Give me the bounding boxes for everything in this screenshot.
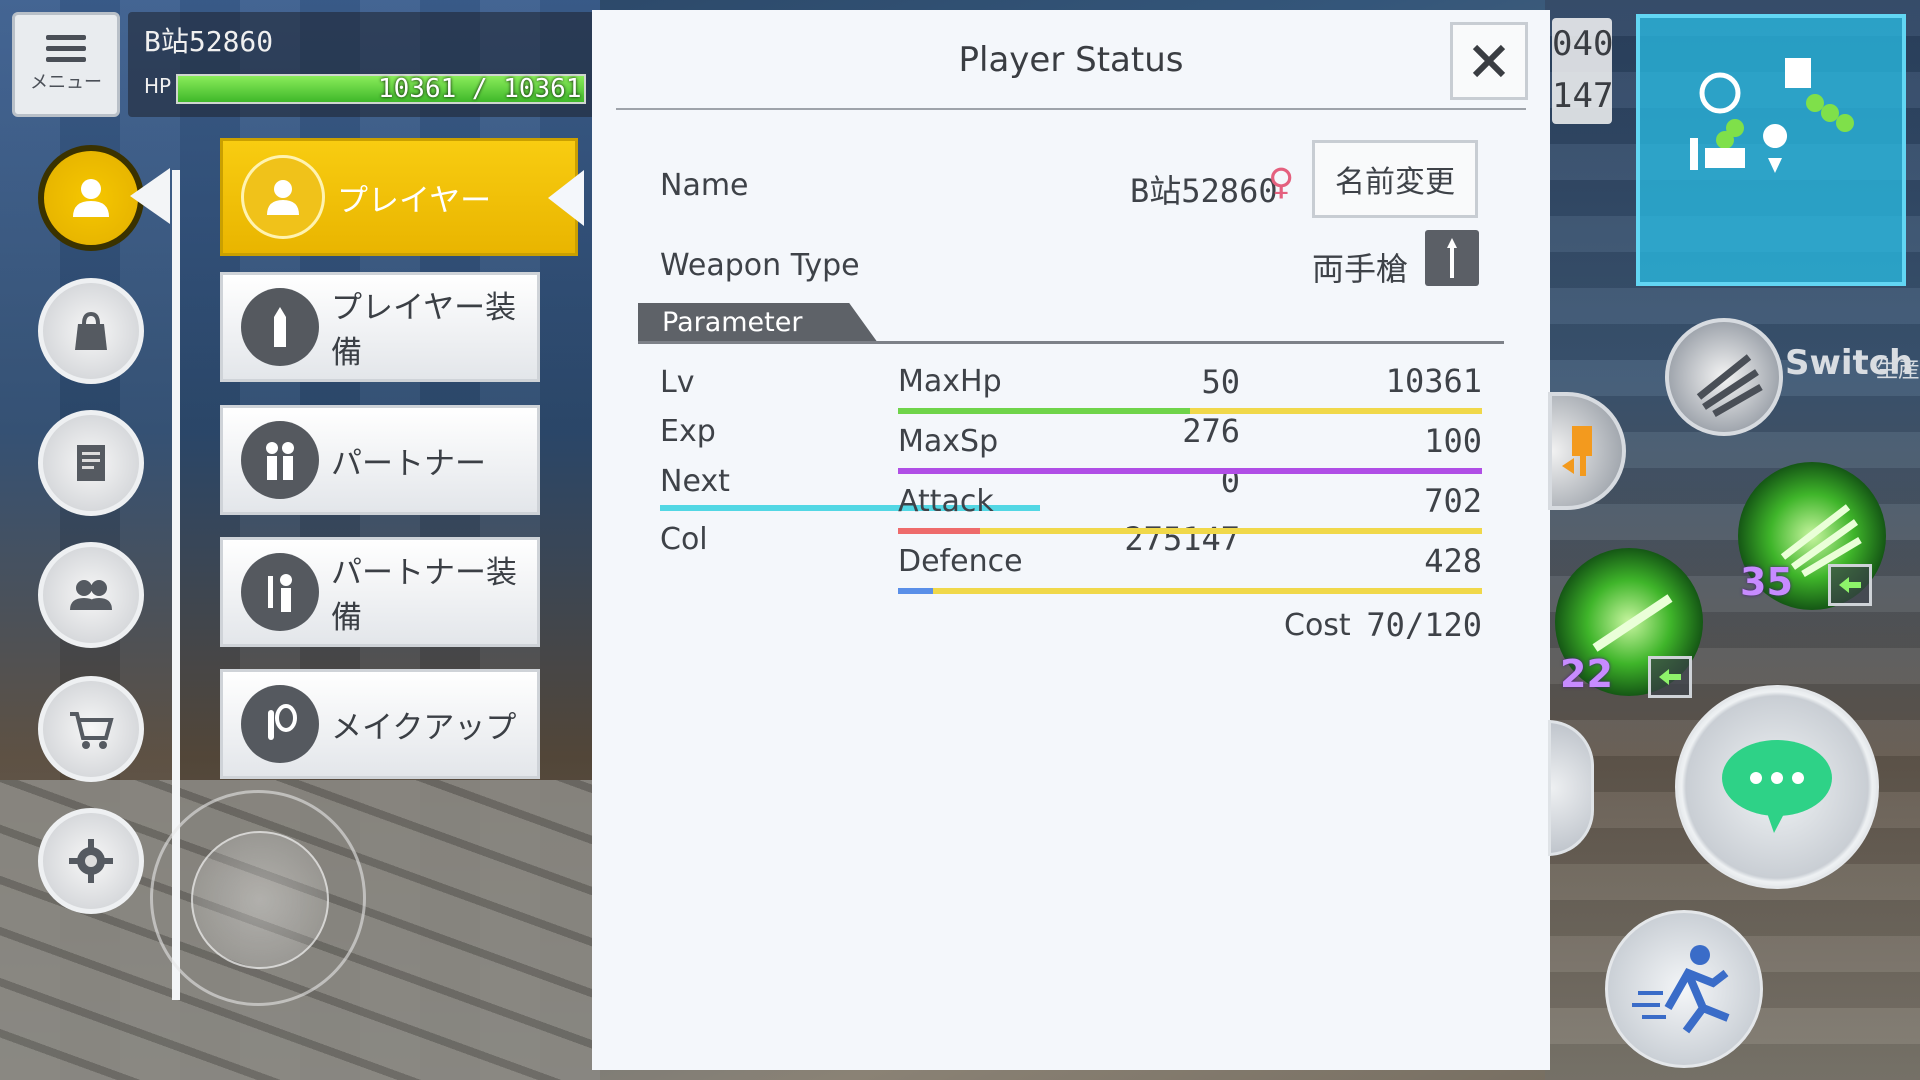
spear-icon: [1425, 230, 1479, 286]
switch-skill-button[interactable]: [1665, 318, 1783, 436]
chat-bubble-icon: [1722, 740, 1832, 833]
chat-button[interactable]: [1675, 685, 1879, 889]
submenu-partner-label: パートナー: [331, 445, 486, 482]
next-label: Next: [660, 464, 730, 499]
claw-slash-icon: [1696, 354, 1763, 418]
close-icon: [1472, 44, 1506, 78]
param-bar-fill-attack: [898, 528, 980, 534]
title-divider: [616, 108, 1526, 110]
submenu-partner-equipment-label: パートナー装備: [331, 555, 517, 636]
parameter-divider: [638, 341, 1504, 344]
player-name: B站52860: [144, 25, 274, 58]
cost-value: 70/120: [1366, 606, 1482, 644]
bag-icon: [75, 311, 107, 350]
sidebar-party-button[interactable]: [38, 542, 144, 648]
name-label: Name: [660, 168, 749, 203]
submenu-player-equipment-label: プレイヤー装備: [331, 290, 517, 371]
hp-label: HP: [144, 74, 172, 98]
param-bar-fill-maxhp: [898, 408, 1190, 414]
panel-notch: [548, 170, 584, 226]
skill-2-count: 22: [1560, 652, 1613, 696]
param-label-maxhp: MaxHp: [898, 364, 1002, 399]
param-label-attack: Attack: [898, 484, 994, 519]
exp-value: 276: [1182, 412, 1240, 450]
minimap[interactable]: [1636, 14, 1906, 286]
makeup-icon: [241, 685, 319, 763]
submenu-makeup[interactable]: メイクアップ: [220, 669, 540, 779]
shop-icon: [70, 712, 114, 749]
clock-display: 040 147: [1552, 18, 1614, 124]
sidebar-bag-button[interactable]: [38, 278, 144, 384]
menu-label: メニュー: [30, 72, 102, 93]
sidebar-pointer: [130, 168, 170, 224]
param-bar-fill-defence: [898, 588, 934, 594]
clock-line-1: 040: [1552, 24, 1614, 64]
col-label: Col: [660, 522, 708, 557]
clock-line-2: 147: [1552, 76, 1614, 116]
party-icon: [70, 580, 112, 610]
production-label: 生産: [1876, 358, 1920, 383]
param-bar-fill-maxsp: [898, 468, 1482, 474]
exp-label: Exp: [660, 414, 716, 449]
param-label-defence: Defence: [898, 544, 1023, 579]
parameter-tab: Parameter: [638, 303, 878, 343]
equipment-icon: [241, 288, 319, 366]
lv-value: 50: [1201, 363, 1240, 401]
sidebar-shop-button[interactable]: [38, 676, 144, 782]
weapon-type-label: Weapon Type: [660, 248, 860, 283]
hamburger-icon: [46, 35, 86, 62]
param-value-maxhp: 10361: [1385, 362, 1482, 400]
weapon-type-value: 両手槍: [1312, 250, 1409, 288]
rename-button[interactable]: 名前変更: [1312, 140, 1478, 218]
partner-equipment-icon: [241, 553, 319, 631]
name-value: B站52860: [1130, 172, 1278, 210]
param-value-maxsp: 100: [1424, 422, 1482, 460]
param-bar-maxhp: [898, 408, 1482, 414]
partner-icon: [241, 421, 319, 499]
submenu-partner[interactable]: パートナー: [220, 405, 540, 515]
param-bar-maxsp: [898, 468, 1482, 474]
quest-icon: [77, 445, 105, 481]
submenu-player-equipment[interactable]: プレイヤー装備: [220, 272, 540, 382]
skill-1-count: 35: [1740, 560, 1793, 604]
submenu-player-label: プレイヤー: [337, 182, 492, 219]
running-man-icon: [1632, 945, 1730, 1034]
param-value-defence: 428: [1424, 542, 1482, 580]
player-status-panel: Player Status Name B站52860 ♀ 名前変更 Weapon…: [592, 10, 1550, 1070]
settings-icon: [69, 839, 113, 883]
close-button[interactable]: [1450, 22, 1528, 100]
sidebar-settings-button[interactable]: [38, 808, 144, 914]
dash-button[interactable]: [1605, 910, 1763, 1068]
player-hud: B站52860 HP 10361 / 10361: [128, 12, 598, 117]
sidebar-quest-button[interactable]: [38, 410, 144, 516]
menu-button[interactable]: メニュー: [12, 12, 120, 117]
sidebar-player-button[interactable]: [38, 145, 144, 251]
player-icon: [241, 155, 325, 239]
param-bar-attack: [898, 528, 1482, 534]
arrow-left-icon: [1839, 577, 1861, 593]
param-bar-defence: [898, 588, 1482, 594]
panel-title: Player Status: [958, 40, 1184, 80]
hp-text: 10361 / 10361: [378, 74, 582, 104]
axe-swap-icon: [1562, 426, 1592, 476]
joystick-knob[interactable]: [191, 831, 329, 969]
player-icon: [73, 179, 109, 217]
minimap-icons: [1690, 58, 1854, 173]
submenu-makeup-label: メイクアップ: [331, 709, 517, 746]
arrow-left-icon: [1659, 669, 1681, 685]
skill-1-direction-button[interactable]: [1828, 564, 1872, 606]
joystick-ring[interactable]: [150, 790, 366, 1006]
lv-label: Lv: [660, 365, 695, 400]
submenu-player[interactable]: プレイヤー: [220, 138, 578, 256]
param-label-maxsp: MaxSp: [898, 424, 999, 459]
submenu-partner-equipment[interactable]: パートナー装備: [220, 537, 540, 647]
gender-icon: ♀: [1268, 162, 1295, 203]
param-value-attack: 702: [1424, 482, 1482, 520]
